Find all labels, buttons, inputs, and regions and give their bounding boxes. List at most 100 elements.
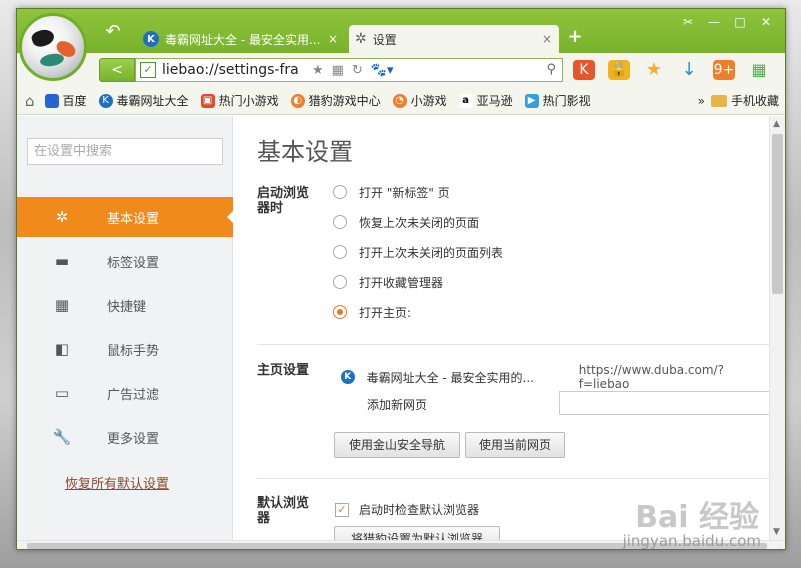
add-page-label: 添加新网页 (367, 398, 428, 412)
bookmark-baidu[interactable]: 🐾 百度 (44, 92, 87, 109)
check-default-browser-option[interactable]: ✓ 启动时检查默认浏览器 (335, 501, 479, 518)
title-bar: ↶ K 毒霸网址大全 - 最安全实用... × ✲ 设置 × + ✂ — □ ✕ (17, 9, 785, 81)
radio-button[interactable] (333, 275, 347, 289)
scroll-down-icon[interactable]: ▼ (773, 527, 780, 537)
download-icon[interactable]: ↓ (678, 60, 700, 80)
sidebar-item-tabs[interactable]: ▬ 标签设置 (17, 241, 233, 281)
gear-icon: ✲ (355, 31, 367, 47)
keyboard-icon: ▦ (54, 296, 70, 314)
default-browser-section-label: 默认浏览器 (257, 496, 310, 526)
bookmark-label: 百度 (62, 94, 87, 108)
tab-duba[interactable]: K 毒霸网址大全 - 最安全实用... × (137, 25, 345, 53)
sidebar-item-more[interactable]: 🔧 更多设置 (17, 417, 233, 457)
qrcode-icon[interactable]: ▦ (332, 63, 344, 78)
startup-option-list[interactable]: 打开上次未关闭的页面列表 (333, 242, 503, 262)
bookmark-duba[interactable]: K 毒霸网址大全 (98, 92, 189, 109)
k-icon: K (143, 31, 159, 47)
nav-back-button[interactable]: < (99, 58, 135, 82)
sidebar-item-label: 快捷键 (107, 299, 147, 315)
sidebar-item-gestures[interactable]: ◧ 鼠标手势 (17, 329, 233, 369)
favorites-icon[interactable]: ★ (643, 60, 665, 80)
shield-icon[interactable]: K (573, 60, 595, 80)
settings-search-input[interactable]: 在设置中搜索 (27, 138, 223, 165)
add-page-input[interactable] (559, 391, 769, 415)
option-label: 打开主页: (359, 305, 412, 320)
maximize-button[interactable]: □ (727, 13, 753, 31)
address-bar[interactable]: ✓ liebao://settings-fra ★ ▦ ↻ 🐾▾ ⚲ (135, 58, 563, 82)
scroll-thumb[interactable] (772, 134, 783, 294)
tab-settings[interactable]: ✲ 设置 × (349, 25, 559, 53)
k-icon: K (341, 370, 355, 384)
homepage-url: https://www.duba.com/?f=liebao (578, 363, 724, 391)
bookmark-label: 亚马逊 (476, 94, 513, 108)
bookmark-folder-mobile[interactable]: 手机收藏 (710, 92, 779, 109)
amazon-icon: a (458, 93, 473, 108)
option-label: 恢复上次未关闭的页面 (359, 215, 480, 230)
divider (257, 344, 769, 345)
scroll-up-icon[interactable]: ▲ (773, 119, 780, 129)
homepage-section-label: 主页设置 (257, 363, 310, 378)
sidebar-item-adblock[interactable]: ▭ 广告过滤 (17, 373, 233, 413)
gear-icon: ✲ (55, 208, 69, 226)
search-icon[interactable]: ⚲ (546, 62, 556, 77)
option-label: 打开 "新标签" 页 (359, 185, 450, 200)
browser-window: ↶ K 毒霸网址大全 - 最安全实用... × ✲ 设置 × + ✂ — □ ✕… (16, 8, 786, 550)
radio-button[interactable] (333, 185, 347, 199)
game-icon[interactable]: 9+ (713, 60, 735, 80)
tab-title: 设置 (372, 32, 397, 47)
use-current-page-button[interactable]: 使用当前网页 (465, 432, 565, 458)
bookmark-movies[interactable]: ▶ 热门影视 (524, 92, 591, 109)
use-jinshan-nav-button[interactable]: 使用金山安全导航 (334, 432, 460, 458)
browser-logo[interactable] (19, 13, 87, 81)
bookmark-mini-games[interactable]: ◔ 小游戏 (392, 92, 447, 109)
back-icon[interactable]: ↶ (103, 23, 123, 41)
close-window-button[interactable]: ✕ (753, 13, 779, 31)
homepage-entry[interactable]: K 毒霸网址大全 - 最安全实用的... https://www.duba.co… (341, 363, 769, 391)
radio-button[interactable] (333, 215, 347, 229)
window-icon: ▭ (54, 384, 70, 402)
skin-icon[interactable]: ✂ (675, 13, 701, 31)
sidebar-item-label: 基本设置 (107, 211, 160, 227)
vertical-scrollbar[interactable]: ▲ ▼ (769, 116, 785, 540)
toolbar-icons: K 🔒 ★ ↓ 9+ ▦ (573, 60, 783, 80)
radio-button-selected[interactable] (333, 305, 347, 319)
sidebar-item-shortcuts[interactable]: ▦ 快捷键 (17, 285, 233, 325)
window-controls: ✂ — □ ✕ (675, 13, 779, 31)
sidebar-item-label: 鼠标手势 (107, 343, 160, 359)
startup-option-homepage[interactable]: 打开主页: (333, 302, 411, 322)
apps-icon[interactable]: ▦ (748, 60, 770, 80)
bookmark-amazon[interactable]: a 亚马逊 (458, 92, 513, 109)
watermark-url: jingyan.baidu.com (622, 532, 761, 550)
new-tab-button[interactable]: + (565, 27, 585, 47)
sidebar-item-label: 标签设置 (107, 255, 160, 271)
startup-option-newtab[interactable]: 打开 "新标签" 页 (333, 182, 450, 202)
settings-main: 基本设置 启动浏览器时 打开 "新标签" 页 恢复上次未关闭的页面 打开上次未关… (243, 116, 769, 540)
refresh-icon[interactable]: ↻ (352, 63, 363, 78)
bookmarks-bar: ⌂ 🐾 百度 K 毒霸网址大全 ▣ 热门小游戏 ◐ 猎豹游戏中心 ◔ 小游戏 a… (17, 87, 785, 115)
mini-game-icon: ◔ (392, 93, 407, 108)
homepage-title: 毒霸网址大全 - 最安全实用的... (366, 370, 534, 385)
bookmark-label: 热门影视 (542, 94, 591, 108)
settings-content: 在设置中搜索 ✲ 基本设置 ▬ 标签设置 ▦ 快捷键 ◧ 鼠标手势 ▭ 广告过滤 (17, 116, 785, 540)
lock-icon[interactable]: 🔒 (608, 60, 630, 80)
bookmark-hot-games[interactable]: ▣ 热门小游戏 (200, 92, 279, 109)
set-default-browser-button[interactable]: 将猎豹设置为默认浏览器 (334, 526, 500, 540)
reset-defaults-link[interactable]: 恢复所有默认设置 (65, 473, 169, 492)
close-icon[interactable]: × (327, 32, 339, 46)
sidebar-item-basic[interactable]: ✲ 基本设置 (17, 197, 234, 237)
game-icon: ▣ (200, 93, 215, 108)
checkbox-checked[interactable]: ✓ (335, 502, 349, 517)
minimize-button[interactable]: — (701, 13, 727, 31)
search-engine-icon[interactable]: 🐾▾ (371, 63, 394, 78)
bookmark-game-center[interactable]: ◐ 猎豹游戏中心 (290, 92, 381, 109)
chevron-more-icon[interactable]: » (698, 94, 705, 108)
startup-option-favorites[interactable]: 打开收藏管理器 (333, 272, 443, 292)
radio-button[interactable] (333, 245, 347, 259)
close-icon[interactable]: × (541, 32, 553, 46)
startup-option-restore[interactable]: 恢复上次未关闭的页面 (333, 212, 479, 232)
home-icon[interactable]: ⌂ (25, 92, 35, 110)
tab-title: 毒霸网址大全 - 最安全实用... (165, 32, 321, 47)
star-icon[interactable]: ★ (312, 63, 324, 78)
url-text[interactable]: liebao://settings-fra (162, 62, 308, 78)
watermark-logo: Bai 经验 (635, 500, 759, 535)
